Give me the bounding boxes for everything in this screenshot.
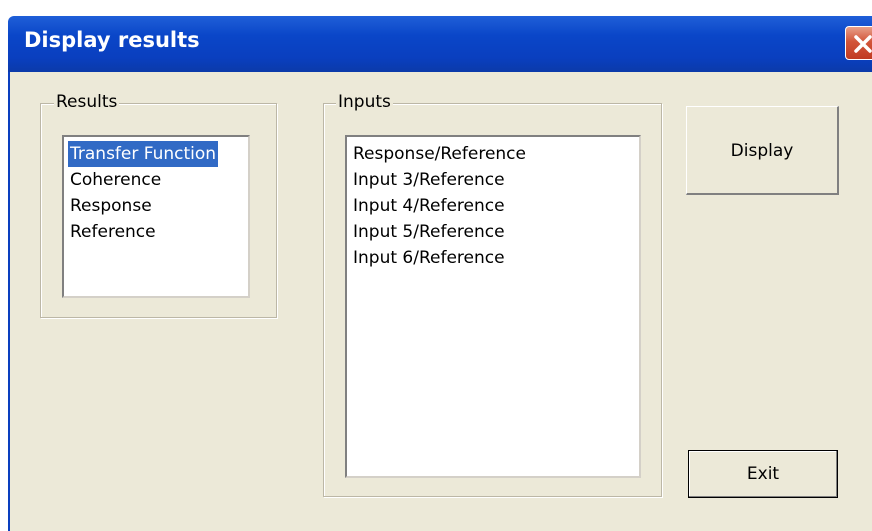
inputs-item[interactable]: Input 3/Reference <box>351 167 507 193</box>
display-results-window: Display results Results Transfer Functio… <box>0 0 872 531</box>
title-bar[interactable]: Display results <box>8 16 872 72</box>
close-icon <box>854 35 872 53</box>
inputs-listbox[interactable]: Response/Reference Input 3/Reference Inp… <box>345 135 641 478</box>
inputs-item[interactable]: Response/Reference <box>351 141 528 167</box>
window-title: Display results <box>24 28 200 52</box>
results-item-transfer-function[interactable]: Transfer Function <box>68 141 219 167</box>
exit-button[interactable]: Exit <box>688 450 838 498</box>
close-button[interactable] <box>845 26 872 60</box>
results-item-coherence[interactable]: Coherence <box>68 167 163 193</box>
inputs-item[interactable]: Input 6/Reference <box>351 245 507 271</box>
inputs-item[interactable]: Input 5/Reference <box>351 219 507 245</box>
display-button[interactable]: Display <box>686 106 839 195</box>
inputs-group-label: Inputs <box>336 92 393 112</box>
inputs-item[interactable]: Input 4/Reference <box>351 193 507 219</box>
dialog-body: Results Transfer Function Coherence Resp… <box>8 72 872 531</box>
results-item-reference[interactable]: Reference <box>68 219 158 245</box>
results-listbox[interactable]: Transfer Function Coherence Response Ref… <box>62 135 250 298</box>
results-item-response[interactable]: Response <box>68 193 154 219</box>
results-group-label: Results <box>54 92 120 112</box>
